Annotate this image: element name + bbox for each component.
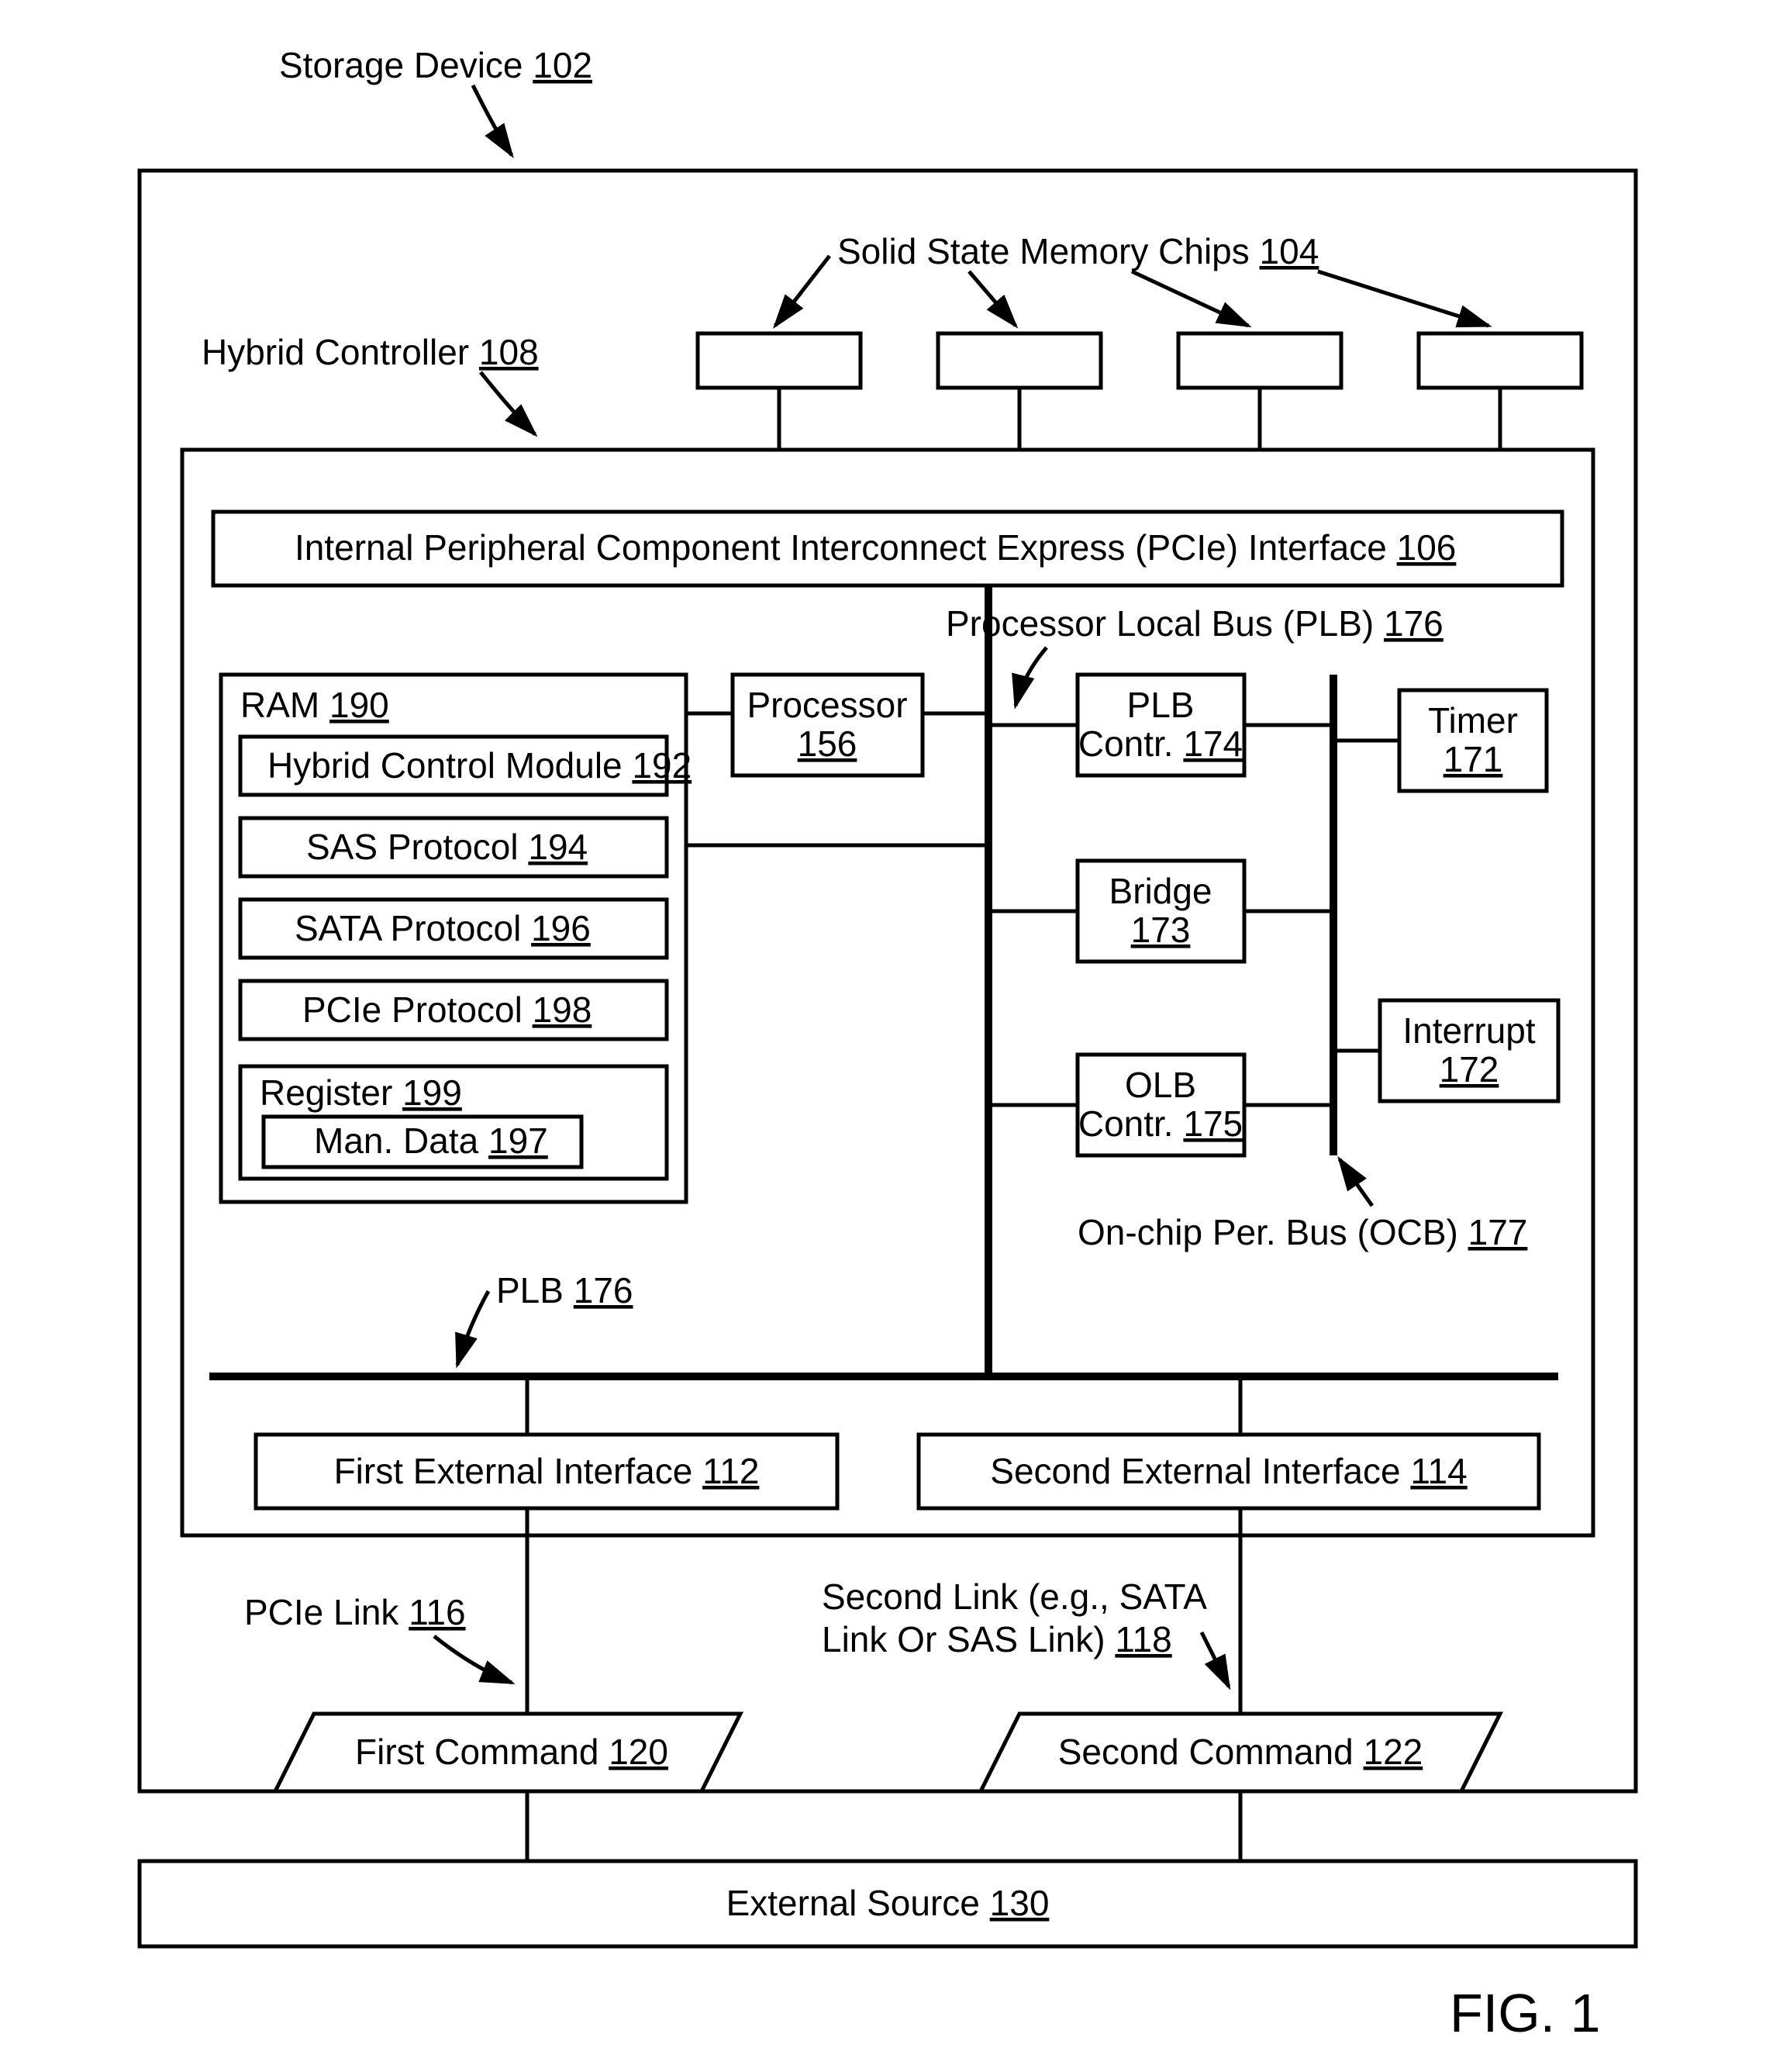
storage-device-label: Storage Device 102 bbox=[279, 45, 592, 85]
olb-contr-text2: Contr. 175 bbox=[1078, 1103, 1243, 1144]
interrupt-text: Interrupt bbox=[1402, 1010, 1536, 1051]
first-ext-text: First External Interface 112 bbox=[334, 1451, 760, 1491]
chip-4 bbox=[1419, 333, 1581, 388]
pcie-link-label: PCIe Link 116 bbox=[244, 1592, 466, 1632]
diagram-root: Storage Device 102 Solid State Memory Ch… bbox=[0, 0, 1766, 2072]
hcm-text: Hybrid Control Module 192 bbox=[267, 745, 692, 786]
timer-text: Timer bbox=[1428, 700, 1518, 741]
timer-ref: 171 bbox=[1443, 739, 1503, 779]
ocb-label: On-chip Per. Bus (OCB) 177 bbox=[1078, 1212, 1527, 1252]
second-ext-text: Second External Interface 114 bbox=[990, 1451, 1467, 1491]
ram-label: RAM 190 bbox=[240, 685, 389, 725]
sas-text: SAS Protocol 194 bbox=[306, 827, 588, 867]
sata-text: SATA Protocol 196 bbox=[295, 908, 591, 948]
register-text: Register 199 bbox=[260, 1072, 462, 1113]
ext-src-text: External Source 130 bbox=[726, 1883, 1050, 1923]
pcie-interface-text: Internal Peripheral Component Interconne… bbox=[295, 527, 1456, 568]
chip-2 bbox=[938, 333, 1101, 388]
plb-label: Processor Local Bus (PLB) 176 bbox=[946, 603, 1443, 644]
chip-3 bbox=[1178, 333, 1341, 388]
interrupt-ref: 172 bbox=[1440, 1049, 1499, 1090]
plb-contr-text2: Contr. 174 bbox=[1078, 723, 1243, 764]
olb-contr-text1: OLB bbox=[1125, 1065, 1196, 1105]
pcie-proto-text: PCIe Protocol 198 bbox=[302, 989, 592, 1030]
chip-1 bbox=[698, 333, 861, 388]
second-link-label1: Second Link (e.g., SATA bbox=[822, 1576, 1207, 1617]
second -cmd-text: Second Command 122 bbox=[1058, 1732, 1423, 1772]
first-cmd-text: First Command 120 bbox=[355, 1732, 668, 1772]
figure-label: FIG. 1 bbox=[1450, 1983, 1600, 2043]
bridge-ref: 173 bbox=[1131, 910, 1191, 950]
plb2-label: PLB 176 bbox=[496, 1270, 633, 1311]
bridge-text: Bridge bbox=[1109, 871, 1212, 911]
hybrid-controller-label: Hybrid Controller 108 bbox=[202, 332, 539, 372]
plb-contr-text1: PLB bbox=[1127, 685, 1195, 725]
processor-ref: 156 bbox=[798, 723, 857, 764]
second-link-label2: Link Or SAS Link) 118 bbox=[822, 1619, 1172, 1659]
storage-device-leader bbox=[473, 85, 512, 155]
mandata-text: Man. Data 197 bbox=[314, 1121, 548, 1161]
ssmc-label: Solid State Memory Chips 104 bbox=[837, 231, 1319, 271]
processor-text: Processor bbox=[747, 685, 907, 725]
